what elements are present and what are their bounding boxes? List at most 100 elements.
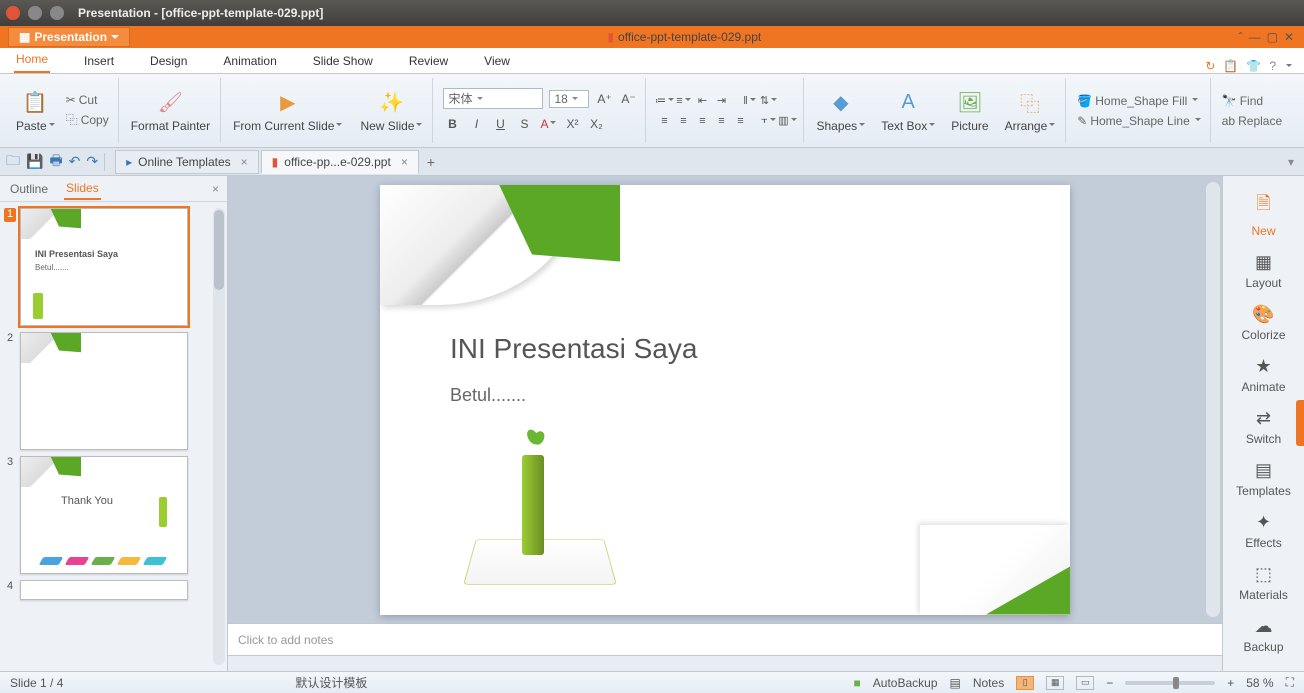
- cut-button[interactable]: ✂Cut: [63, 92, 112, 108]
- qat-print-icon[interactable]: 🖶: [49, 150, 62, 174]
- clipboard-icon[interactable]: 📋: [1223, 59, 1238, 73]
- notes-toggle-icon[interactable]: ▤: [950, 676, 961, 690]
- thumbnail-4[interactable]: [20, 580, 188, 600]
- zoom-slider[interactable]: [1125, 681, 1215, 685]
- window-maximize-icon[interactable]: [50, 6, 64, 20]
- bold-button[interactable]: B: [443, 115, 461, 133]
- zoom-in-button[interactable]: +: [1227, 676, 1234, 690]
- qat-undo-icon[interactable]: ↶: [69, 153, 81, 170]
- align-justify-button[interactable]: ≡: [713, 114, 729, 128]
- taskpane-new[interactable]: 🗎New: [1223, 186, 1304, 243]
- columns-button[interactable]: ▥: [779, 114, 795, 128]
- increase-indent-button[interactable]: ⇥: [713, 94, 729, 108]
- window-minimize-icon[interactable]: [28, 6, 42, 20]
- qat-redo-icon[interactable]: ↷: [86, 153, 98, 170]
- thumbnail-1[interactable]: INI Presentasi Saya Betul.......: [20, 208, 188, 326]
- tab-animation[interactable]: Animation: [221, 49, 278, 73]
- align-left-button[interactable]: ≡: [656, 114, 672, 128]
- close-tab-icon[interactable]: ×: [241, 155, 248, 169]
- taskpane-animate[interactable]: ★Animate: [1223, 351, 1304, 399]
- taskpane-colorize[interactable]: 🎨Colorize: [1223, 299, 1304, 347]
- thumbnail-2[interactable]: [20, 332, 188, 450]
- increase-font-button[interactable]: A⁺: [595, 90, 613, 108]
- taskpane-collapse-handle[interactable]: [1296, 400, 1304, 446]
- superscript-button[interactable]: X²: [563, 115, 581, 133]
- slide-canvas[interactable]: INI Presentasi Saya Betul.......: [380, 185, 1070, 615]
- tab-list-icon[interactable]: ▾: [1288, 155, 1304, 169]
- vertical-scrollbar[interactable]: [1206, 182, 1220, 617]
- shape-fill-button[interactable]: 🪣Home_Shape Fill: [1074, 93, 1201, 109]
- italic-button[interactable]: I: [467, 115, 485, 133]
- tab-view[interactable]: View: [482, 49, 512, 73]
- zoom-percent[interactable]: 58 %: [1246, 676, 1273, 690]
- line-spacing-button[interactable]: ‖: [741, 94, 757, 108]
- thumbnail-3[interactable]: Thank You: [20, 456, 188, 574]
- strikethrough-button[interactable]: S: [515, 115, 533, 133]
- text-direction-button[interactable]: ⇅: [760, 94, 776, 108]
- new-slide-button[interactable]: ✨ New Slide: [356, 87, 426, 135]
- new-tab-button[interactable]: +: [421, 152, 441, 172]
- arrange-button[interactable]: ⿻Arrange: [1001, 87, 1060, 135]
- sync-icon[interactable]: ↻: [1205, 59, 1215, 73]
- outline-tab[interactable]: Outline: [8, 179, 50, 199]
- taskpane-switch[interactable]: ⇄Switch: [1223, 403, 1304, 451]
- close-tab-icon[interactable]: ×: [401, 155, 408, 169]
- taskpane-layout[interactable]: ▦Layout: [1223, 247, 1304, 295]
- status-autobackup[interactable]: AutoBackup: [873, 676, 938, 690]
- zoom-out-button[interactable]: −: [1106, 676, 1113, 690]
- align-vertical-button[interactable]: ⫟: [760, 114, 776, 128]
- distributed-button[interactable]: ≡: [732, 114, 748, 128]
- subscript-button[interactable]: X₂: [587, 115, 605, 133]
- picture-button[interactable]: 🖼Picture: [947, 87, 992, 135]
- notes-pane[interactable]: Click to add notes: [228, 623, 1222, 655]
- app-minimize-icon[interactable]: —: [1249, 30, 1261, 44]
- thumbnail-scrollbar[interactable]: [213, 208, 225, 665]
- skin-icon[interactable]: 👕: [1246, 59, 1261, 73]
- decrease-font-button[interactable]: A⁻: [619, 90, 637, 108]
- bullets-button[interactable]: ≔: [656, 94, 672, 108]
- numbering-button[interactable]: ≡: [675, 94, 691, 108]
- ribbon-collapse-icon[interactable]: ˆ: [1239, 30, 1243, 44]
- doctab-current[interactable]: ▮ office-pp...e-029.ppt ×: [261, 150, 419, 174]
- underline-button[interactable]: U: [491, 115, 509, 133]
- close-panel-icon[interactable]: ×: [212, 182, 219, 196]
- find-button[interactable]: 🔭Find: [1219, 93, 1266, 109]
- slides-tab[interactable]: Slides: [64, 178, 101, 200]
- taskpane-templates[interactable]: ▤Templates: [1223, 455, 1304, 503]
- replace-button[interactable]: abReplace: [1219, 113, 1285, 129]
- qat-save-icon[interactable]: 💾: [26, 153, 43, 170]
- doctab-online-templates[interactable]: ▸ Online Templates ×: [115, 150, 259, 174]
- horizontal-scrollbar[interactable]: [228, 655, 1222, 671]
- qat-open-icon[interactable]: 🗀: [6, 150, 20, 174]
- decrease-indent-button[interactable]: ⇤: [694, 94, 710, 108]
- textbox-button[interactable]: AText Box: [877, 87, 939, 135]
- taskpane-backup[interactable]: ☁Backup: [1223, 611, 1304, 659]
- slideshow-view-button[interactable]: ▭: [1076, 676, 1094, 690]
- from-current-slide-button[interactable]: ▶ From Current Slide: [229, 87, 346, 135]
- taskpane-effects[interactable]: ✦Effects: [1223, 507, 1304, 555]
- align-center-button[interactable]: ≡: [675, 114, 691, 128]
- tab-slideshow[interactable]: Slide Show: [311, 49, 375, 73]
- tab-home[interactable]: Home: [14, 47, 50, 73]
- tab-insert[interactable]: Insert: [82, 49, 116, 73]
- font-name-select[interactable]: 宋体: [443, 88, 543, 109]
- sorter-view-button[interactable]: ▦: [1046, 676, 1064, 690]
- tab-review[interactable]: Review: [407, 49, 450, 73]
- align-right-button[interactable]: ≡: [694, 114, 710, 128]
- app-close-icon[interactable]: ✕: [1284, 30, 1294, 44]
- font-size-select[interactable]: 18: [549, 90, 589, 108]
- normal-view-button[interactable]: ▯: [1016, 676, 1034, 690]
- format-painter-button[interactable]: 🖌 Format Painter: [127, 87, 214, 135]
- copy-button[interactable]: ⿻Copy: [63, 110, 112, 129]
- fit-to-window-button[interactable]: ⛶: [1286, 675, 1294, 690]
- shape-line-button[interactable]: ✎Home_Shape Line: [1074, 113, 1203, 129]
- app-restore-icon[interactable]: ▢: [1267, 30, 1278, 44]
- presentation-menu-button[interactable]: ▦ Presentation: [8, 27, 130, 47]
- help-dropdown-icon[interactable]: [1284, 59, 1292, 73]
- paste-button[interactable]: 📋 Paste: [12, 87, 59, 135]
- taskpane-materials[interactable]: ⬚Materials: [1223, 559, 1304, 607]
- slide-subtitle[interactable]: Betul.......: [450, 385, 526, 406]
- shapes-button[interactable]: ◆Shapes: [812, 87, 869, 135]
- slide-title[interactable]: INI Presentasi Saya: [450, 333, 697, 365]
- window-close-icon[interactable]: [6, 6, 20, 20]
